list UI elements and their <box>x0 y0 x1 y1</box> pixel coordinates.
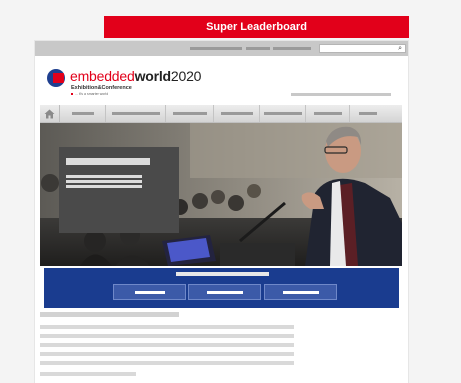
content-text-line <box>40 352 294 356</box>
logo-tagline: ... it's a smarter world <box>71 92 108 96</box>
nav-item-1[interactable] <box>60 105 106 122</box>
hero-headline <box>66 158 150 165</box>
content-text-line <box>40 334 294 338</box>
header-meta-line <box>291 93 391 96</box>
home-icon <box>44 109 55 118</box>
content-heading <box>40 312 179 317</box>
cta-panel-title <box>176 272 269 276</box>
content-text-line <box>40 372 136 376</box>
nav-item-6[interactable] <box>306 105 350 122</box>
utility-link-1[interactable] <box>190 47 242 50</box>
main-navigation <box>40 105 402 123</box>
cta-button-1[interactable] <box>113 284 186 300</box>
super-leaderboard-ad[interactable]: Super Leaderboard <box>104 16 409 38</box>
logo-wordmark[interactable]: embeddedworld2020 <box>70 68 201 84</box>
website-page: ⌕ embeddedworld2020 Exhibition&Conferenc… <box>35 41 408 383</box>
cta-button-3[interactable] <box>264 284 337 300</box>
nav-home-button[interactable] <box>40 105 60 122</box>
logo-word-embedded: embedded <box>70 68 135 84</box>
hero-text-overlay <box>59 147 179 233</box>
hero-text-line <box>66 180 142 183</box>
utility-bar: ⌕ <box>35 41 408 56</box>
utility-link-3[interactable] <box>273 47 311 50</box>
nav-item-3[interactable] <box>166 105 214 122</box>
nav-item-4[interactable] <box>214 105 260 122</box>
nav-item-7[interactable] <box>350 105 386 122</box>
logo-mark-icon[interactable] <box>47 69 65 87</box>
cta-panel <box>44 268 399 308</box>
content-text-line <box>40 343 294 347</box>
logo-subtitle: Exhibition&Conference <box>71 85 132 91</box>
hero-image <box>40 123 402 266</box>
cta-button-2[interactable] <box>188 284 261 300</box>
logo-word-world: world <box>134 68 172 84</box>
logo-year: 2020 <box>170 68 202 84</box>
hero-text-line <box>66 175 142 178</box>
search-input[interactable]: ⌕ <box>319 44 406 53</box>
search-icon[interactable]: ⌕ <box>398 45 402 53</box>
content-text-line <box>40 325 294 329</box>
hero-text-line <box>66 185 142 188</box>
nav-item-2[interactable] <box>106 105 166 122</box>
content-text-line <box>40 361 294 365</box>
utility-link-2[interactable] <box>246 47 270 50</box>
nav-item-5[interactable] <box>260 105 306 122</box>
